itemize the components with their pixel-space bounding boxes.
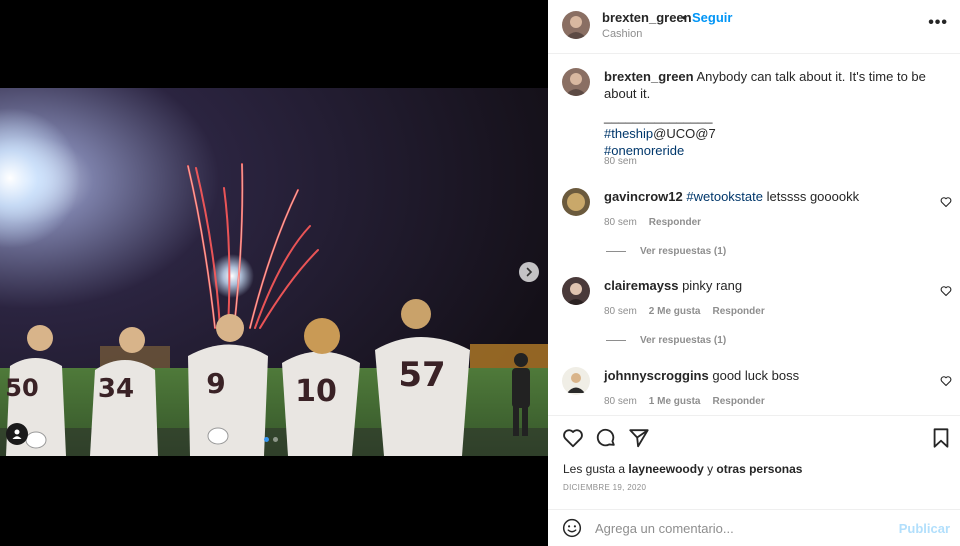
comment-text: pinky rang (682, 278, 743, 293)
emoji-icon[interactable] (562, 518, 582, 538)
caption-body: brexten_green Anybody can talk about it.… (604, 68, 934, 159)
reply-button[interactable]: Responder (712, 396, 764, 407)
heart-icon[interactable] (562, 427, 584, 449)
likes-others-link[interactable]: otras personas (716, 462, 802, 476)
heart-icon[interactable] (940, 285, 952, 297)
jersey-number-50: 50 (5, 374, 38, 402)
timestamp[interactable]: 80 sem (604, 156, 637, 167)
view-replies-button[interactable]: Ver respuestas (1) (606, 335, 726, 346)
caption-line-2: #onemoreride (604, 142, 934, 159)
caption-divider: _______________ (604, 109, 713, 124)
hashtag-link[interactable]: #wetookstate (686, 189, 763, 204)
post-actions: Les gusta a layneewoody y otras personas… (548, 415, 960, 546)
liker-username[interactable]: layneewoody (628, 462, 703, 476)
replies-line (606, 251, 626, 252)
jersey-number-10: 10 (295, 374, 337, 409)
post-side-panel: brexten_green • Seguir Cashion ••• brext… (548, 0, 960, 546)
carousel-dot-active (264, 437, 269, 442)
comment-body: clairemayss pinky rang (604, 277, 934, 294)
timestamp[interactable]: 80 sem (604, 306, 637, 317)
author-username[interactable]: brexten_green (602, 10, 692, 25)
comment-body: johnnyscroggins good luck boss (604, 367, 934, 384)
reply-button[interactable]: Responder (649, 217, 701, 228)
comment-username[interactable]: clairemayss (604, 278, 678, 293)
comment-username[interactable]: gavincrow12 (604, 189, 683, 204)
publish-button[interactable]: Publicar (899, 521, 950, 536)
more-horizontal-icon[interactable]: ••• (928, 14, 948, 32)
avatar[interactable] (562, 68, 590, 96)
chevron-right-icon (526, 267, 533, 277)
caption-meta: 80 sem (604, 156, 637, 167)
post-media: 50 34 9 10 57 (0, 0, 548, 546)
comment-icon[interactable] (595, 427, 617, 449)
hashtag-link[interactable]: #theship (604, 126, 653, 141)
like-count[interactable]: 1 Me gusta (649, 396, 701, 407)
comment-meta: 80 sem 2 Me gusta Responder (604, 306, 765, 317)
follow-button[interactable]: Seguir (692, 10, 732, 25)
heart-icon[interactable] (940, 196, 952, 208)
caption-line-1: #theship@UCO@7 (604, 125, 934, 142)
post-date[interactable]: DICIEMBRE 19, 2020 (563, 483, 646, 492)
share-icon[interactable] (628, 427, 650, 449)
bookmark-icon[interactable] (930, 427, 952, 449)
comment-username[interactable]: johnnyscroggins (604, 368, 709, 383)
carousel-dot (273, 437, 278, 442)
caption-username[interactable]: brexten_green (604, 69, 694, 84)
heart-icon[interactable] (940, 375, 952, 387)
view-replies-button[interactable]: Ver respuestas (1) (606, 246, 726, 257)
carousel-next-button[interactable] (519, 262, 539, 282)
replies-line (606, 340, 626, 341)
comment-meta: 80 sem 1 Me gusta Responder (604, 396, 765, 407)
post-photo[interactable]: 50 34 9 10 57 (0, 88, 548, 456)
view-replies-label: Ver respuestas (1) (640, 335, 727, 346)
post-location[interactable]: Cashion (602, 28, 642, 40)
add-comment-row: Publicar (548, 509, 960, 546)
likes-mid: y (703, 462, 717, 476)
likes-summary: Les gusta a layneewoody y otras personas (563, 462, 802, 476)
view-replies-label: Ver respuestas (1) (640, 246, 727, 257)
post-header: brexten_green • Seguir Cashion ••• (548, 0, 960, 54)
avatar[interactable] (562, 367, 590, 395)
comment-meta: 80 sem Responder (604, 217, 701, 228)
comment-input[interactable] (595, 516, 895, 540)
avatar[interactable] (562, 188, 590, 216)
comment-body: gavincrow12 #wetookstate letssss gooookk (604, 188, 934, 205)
comment-text: letssss gooookk (763, 189, 860, 204)
jersey-number-57: 57 (398, 355, 445, 395)
carousel-indicator (264, 437, 278, 442)
separator-dot: • (682, 10, 687, 25)
user-icon (12, 429, 22, 439)
jersey-number-34: 34 (98, 374, 134, 404)
timestamp[interactable]: 80 sem (604, 217, 637, 228)
avatar[interactable] (562, 277, 590, 305)
like-count[interactable]: 2 Me gusta (649, 306, 701, 317)
tagged-users-button[interactable] (6, 423, 28, 445)
instagram-post-modal: 50 34 9 10 57 brexten_green • Seguir Cas… (0, 0, 960, 546)
caption-mentions: @UCO@7 (653, 126, 716, 141)
jersey-number-9: 9 (206, 367, 225, 400)
reply-button[interactable]: Responder (712, 306, 764, 317)
comments-list[interactable]: brexten_green Anybody can talk about it.… (548, 55, 960, 415)
comment-text: good luck boss (712, 368, 800, 383)
likes-prefix: Les gusta a (563, 462, 629, 476)
avatar[interactable] (562, 11, 590, 39)
timestamp[interactable]: 80 sem (604, 396, 637, 407)
